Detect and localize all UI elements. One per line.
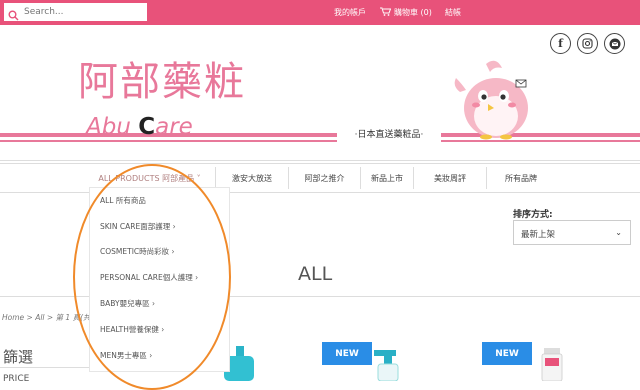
account-link[interactable]: 我的帳戶 (334, 7, 366, 18)
product-image-2[interactable] (368, 344, 408, 381)
cart-icon[interactable] (380, 7, 392, 18)
sort-value: 最新上架 (521, 230, 556, 240)
new-badge: NEW (322, 342, 372, 365)
facebook-icon[interactable]: f (550, 33, 571, 54)
checkout-link[interactable]: 結帳 (445, 7, 461, 18)
new-badge-2: NEW (482, 342, 532, 365)
nav-recommend[interactable]: 阿部之推介 (289, 167, 361, 189)
chevron-down-icon: ⌄ (615, 228, 622, 237)
header-divider-2 (0, 163, 640, 164)
nav-reviews[interactable]: 美妝周評 (414, 167, 487, 189)
product-image-3[interactable] (538, 344, 568, 381)
price-heading[interactable]: PRICE (3, 374, 29, 384)
logo-english[interactable]: Abu Care (86, 116, 193, 139)
email-icon[interactable] (604, 33, 625, 54)
logo-en-post: are (155, 114, 193, 140)
tagline: ‧日本直送藥粧品‧ (337, 127, 441, 143)
nav-sale[interactable]: 激安大放送 (216, 167, 289, 189)
logo-en-pre: Abu (86, 114, 139, 140)
header-band-thin (0, 140, 640, 142)
search-icon[interactable] (8, 6, 19, 25)
instagram-icon[interactable] (577, 33, 598, 54)
annotation-circle (73, 164, 231, 390)
header-divider (0, 160, 640, 161)
page-title: ALL (298, 263, 333, 285)
sort-select[interactable]: 最新上架 ⌄ (513, 220, 631, 245)
search-input[interactable] (24, 5, 144, 19)
logo-en-c: C (138, 114, 156, 140)
cart-link[interactable]: 購物車 (0) (394, 7, 432, 18)
nav-brands[interactable]: 所有品牌 (487, 167, 555, 189)
search-box[interactable] (3, 2, 148, 22)
bird-mascot (454, 60, 528, 140)
nav-new-arrivals[interactable]: 新品上市 (361, 167, 414, 189)
logo-chinese[interactable]: 阿部藥粧 (78, 62, 246, 102)
filter-heading: 篩選 (3, 348, 34, 366)
sort-label: 排序方式: (513, 210, 553, 220)
filter-divider (0, 367, 90, 368)
